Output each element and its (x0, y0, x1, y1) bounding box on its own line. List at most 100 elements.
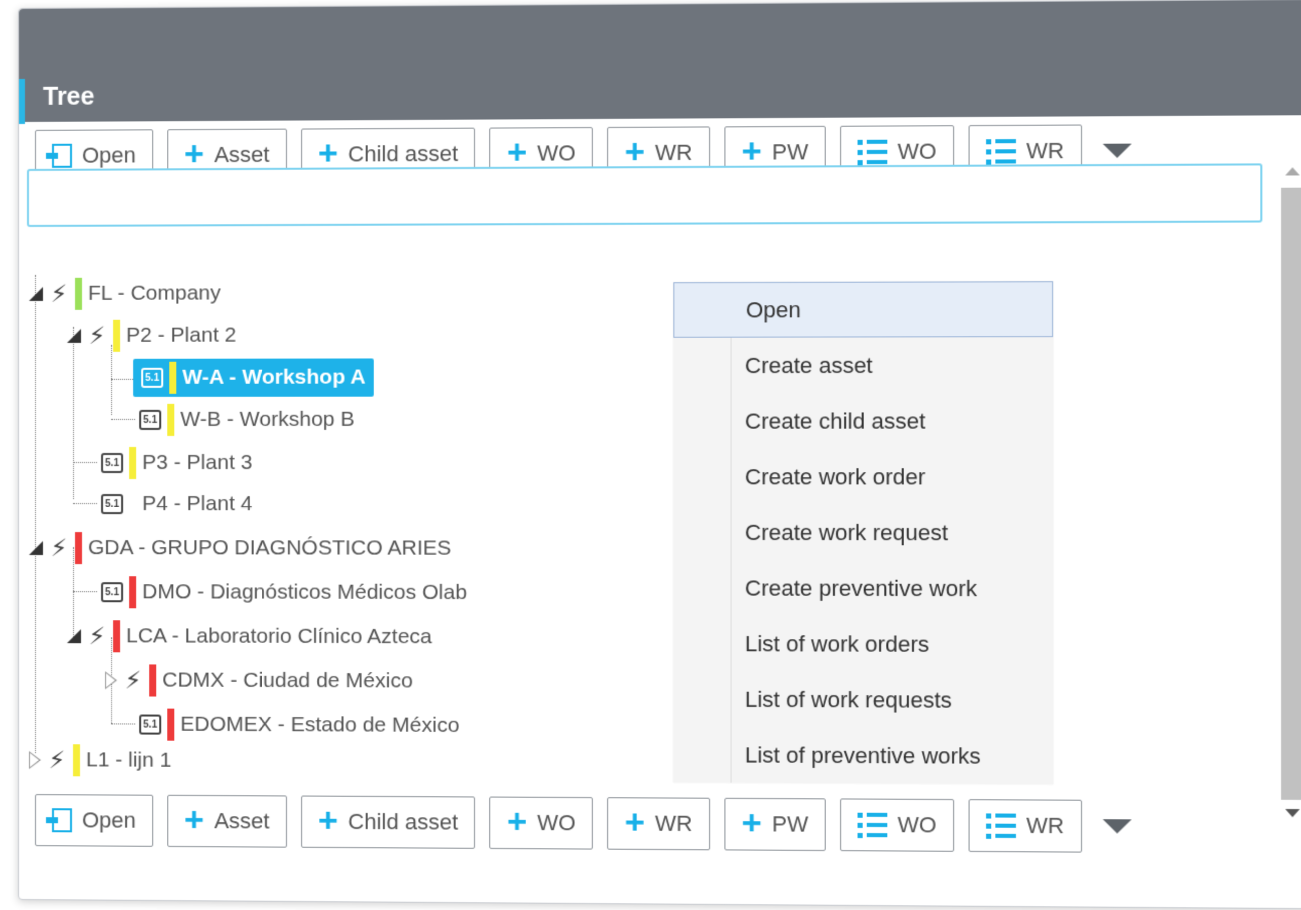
list-work-orders-button[interactable]: WO (840, 798, 954, 851)
toolbar-more-chevron-down-icon[interactable] (1102, 819, 1131, 833)
bolt-icon: ⚡︎ (49, 534, 69, 563)
tree-connector (73, 591, 97, 592)
expand-toggle-icon[interactable] (29, 751, 41, 769)
tree-node-w-a-workshop-a[interactable]: 5.1 W-A - Workshop A (133, 358, 374, 396)
open-button[interactable]: Open (35, 794, 153, 847)
list-work-requests-label: WR (1026, 813, 1064, 840)
tree-connector (111, 379, 135, 380)
plus-icon: + (184, 137, 204, 171)
expand-toggle-icon[interactable] (105, 671, 117, 689)
add-preventive-work-label: PW (772, 139, 808, 165)
tree-node-dmo-diagnosticos-medicos-olab[interactable]: 5.1 DMO - Diagnósticos Médicos Olab (101, 573, 467, 612)
tree-node-label: LCA - Laboratorio Clínico Azteca (126, 624, 432, 649)
status-indicator (73, 744, 80, 776)
status-indicator (149, 664, 156, 696)
tree-node-w-b-workshop-b[interactable]: 5.1 W-B - Workshop B (139, 401, 355, 439)
tree-node-p2-plant-2[interactable]: ⚡︎ P2 - Plant 2 (67, 317, 236, 355)
plus-icon: + (625, 805, 645, 839)
menu-item-create-child-asset[interactable]: Create child asset (673, 393, 1053, 449)
collapse-toggle-icon[interactable] (29, 541, 43, 555)
list-work-orders-label: WO (898, 812, 937, 839)
collapse-toggle-icon[interactable] (67, 329, 81, 343)
tree-connector (73, 503, 97, 504)
tree-panel: Tree Open + Asset + Child asset + WO + W… (18, 0, 1301, 909)
collapse-toggle-icon[interactable] (29, 287, 43, 301)
tree-node-label: FL - Company (88, 281, 221, 305)
add-work-order-button[interactable]: + WO (490, 797, 593, 850)
vertical-scrollbar[interactable] (1279, 163, 1301, 811)
panel-header (19, 0, 1301, 122)
list-icon (986, 813, 1016, 839)
tree-node-label: GDA - GRUPO DIAGNÓSTICO ARIES (88, 536, 451, 561)
list-icon (986, 139, 1016, 165)
collapse-toggle-icon[interactable] (67, 629, 81, 643)
add-work-request-label: WR (655, 811, 692, 837)
tree-node-lca-laboratorio-clinico-azteca[interactable]: ⚡︎ LCA - Laboratorio Clínico Azteca (67, 617, 432, 656)
tree-node-p4-plant-4[interactable]: 5.1 P4 - Plant 4 (101, 485, 252, 523)
status-indicator (113, 320, 120, 352)
list-icon (858, 139, 888, 164)
add-child-asset-button[interactable]: + Child asset (301, 796, 476, 849)
menu-item-create-preventive-work[interactable]: Create preventive work (673, 560, 1053, 617)
add-work-request-button[interactable]: + WR (607, 797, 710, 850)
plus-icon: + (318, 136, 338, 170)
asset-badge-icon: 5.1 (101, 582, 123, 602)
asset-badge-icon: 5.1 (101, 494, 123, 514)
add-preventive-work-button[interactable]: + PW (724, 798, 826, 851)
bolt-icon: ⚡︎ (87, 622, 107, 651)
header-accent-bar (19, 79, 25, 124)
asset-tree: ⚡︎ FL - Company ⚡︎ P2 - Plant 2 5.1 W-A … (29, 265, 675, 790)
toolbar-more-chevron-down-icon[interactable] (1102, 144, 1131, 158)
tree-node-edomex-estado-de-mexico[interactable]: 5.1 EDOMEX - Estado de México (139, 705, 459, 745)
status-indicator (113, 620, 120, 652)
plus-icon: + (625, 134, 645, 168)
menu-item-list-work-requests[interactable]: List of work requests (673, 671, 1053, 728)
add-asset-label: Asset (214, 808, 269, 834)
status-indicator (167, 709, 174, 741)
asset-badge-icon: 5.1 (139, 715, 161, 735)
list-work-requests-button[interactable]: WR (968, 799, 1081, 852)
menu-item-create-work-order[interactable]: Create work order (673, 449, 1053, 505)
tree-node-label: EDOMEX - Estado de México (180, 713, 459, 738)
tree-connector (35, 275, 36, 753)
plus-icon: + (507, 135, 527, 169)
scroll-up-arrow-icon[interactable] (1285, 167, 1300, 175)
tree-node-label: L1 - lijn 1 (86, 748, 171, 772)
open-button-label: Open (82, 807, 136, 833)
asset-badge-icon: 5.1 (141, 368, 163, 388)
tree-node-p3-plant-3[interactable]: 5.1 P3 - Plant 3 (101, 444, 252, 482)
menu-item-list-preventive-works[interactable]: List of preventive works (673, 727, 1053, 785)
plus-icon: + (507, 804, 527, 838)
tree-node-label: W-B - Workshop B (180, 408, 354, 432)
menu-item-create-asset[interactable]: Create asset (673, 337, 1053, 393)
bolt-icon: ⚡︎ (87, 321, 107, 350)
add-child-asset-label: Child asset (348, 809, 458, 836)
bolt-icon: ⚡︎ (123, 666, 143, 695)
open-button-label: Open (82, 142, 136, 168)
status-indicator (129, 447, 136, 479)
tree-node-fl-company[interactable]: ⚡︎ FL - Company (29, 274, 221, 313)
asset-badge-icon: 5.1 (139, 410, 161, 430)
menu-item-create-work-request[interactable]: Create work request (673, 505, 1053, 561)
search-input[interactable] (27, 163, 1262, 227)
status-indicator (169, 362, 176, 394)
add-asset-button[interactable]: + Asset (167, 795, 287, 848)
add-asset-label: Asset (214, 142, 269, 168)
tree-node-cdmx-ciudad-de-mexico[interactable]: ⚡︎ CDMX - Ciudad de México (105, 661, 413, 700)
open-icon (52, 144, 72, 168)
plus-icon: + (741, 134, 761, 168)
tree-node-label: P3 - Plant 3 (142, 451, 252, 475)
status-indicator (75, 278, 82, 310)
menu-item-open[interactable]: Open (673, 281, 1053, 338)
tree-node-gda-grupo-diagnostico-aries[interactable]: ⚡︎ GDA - GRUPO DIAGNÓSTICO ARIES (29, 529, 451, 568)
tree-node-l1-lijn-1[interactable]: ⚡︎ L1 - lijn 1 (29, 741, 172, 780)
scroll-down-arrow-icon[interactable] (1285, 809, 1300, 817)
plus-icon: + (318, 803, 338, 837)
status-indicator (167, 404, 174, 436)
menu-item-list-work-orders[interactable]: List of work orders (673, 616, 1053, 673)
scroll-thumb[interactable] (1281, 188, 1301, 800)
status-indicator (129, 488, 136, 520)
tree-node-label: W-A - Workshop A (182, 366, 365, 390)
list-icon (858, 812, 888, 838)
tree-connector (111, 723, 135, 724)
